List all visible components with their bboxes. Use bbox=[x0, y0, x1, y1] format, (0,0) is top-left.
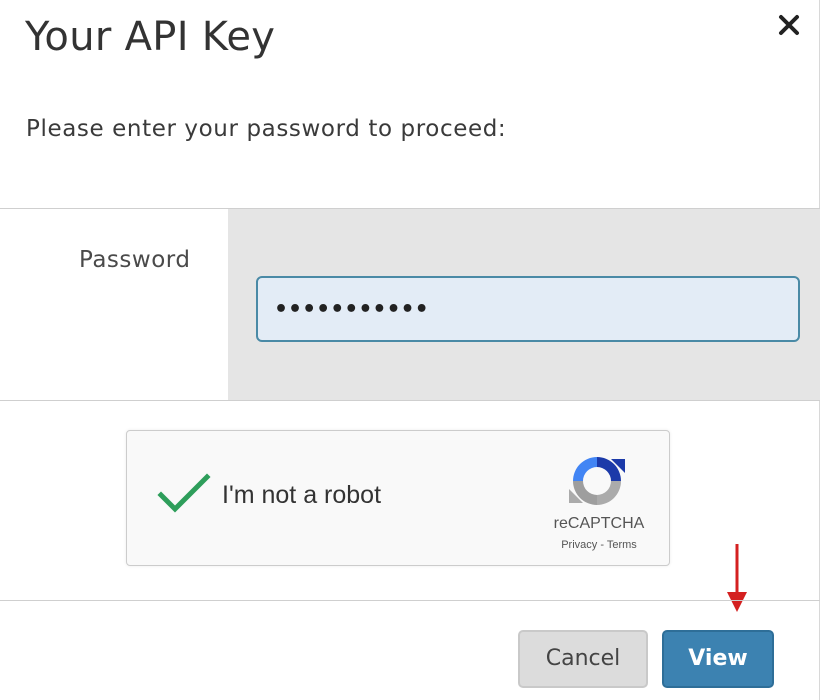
recaptcha-brand-label: reCAPTCHA bbox=[553, 515, 645, 532]
close-icon[interactable] bbox=[774, 10, 804, 40]
red-arrow-down-icon bbox=[727, 544, 747, 612]
not-a-robot-label: I'm not a robot bbox=[222, 481, 382, 509]
links-separator: - bbox=[597, 539, 607, 551]
password-label: Password bbox=[79, 247, 191, 273]
recaptcha-links: Privacy - Terms bbox=[543, 539, 655, 551]
api-key-dialog: Your API Key Please enter your password … bbox=[0, 0, 820, 700]
recaptcha-logo-icon bbox=[569, 457, 625, 505]
terms-link[interactable]: Terms bbox=[607, 539, 637, 551]
password-form-row: Password bbox=[0, 208, 820, 401]
privacy-link[interactable]: Privacy bbox=[561, 539, 597, 551]
password-input[interactable] bbox=[256, 276, 800, 342]
view-button[interactable]: View bbox=[662, 630, 774, 688]
recaptcha-widget: I'm not a robot reCAPTCHA Privacy - Term… bbox=[126, 430, 670, 566]
dialog-prompt: Please enter your password to proceed: bbox=[26, 116, 507, 142]
dialog-title: Your API Key bbox=[25, 14, 276, 60]
checkmark-icon[interactable] bbox=[157, 471, 211, 515]
footer-divider bbox=[0, 600, 820, 601]
cancel-button[interactable]: Cancel bbox=[518, 630, 648, 688]
